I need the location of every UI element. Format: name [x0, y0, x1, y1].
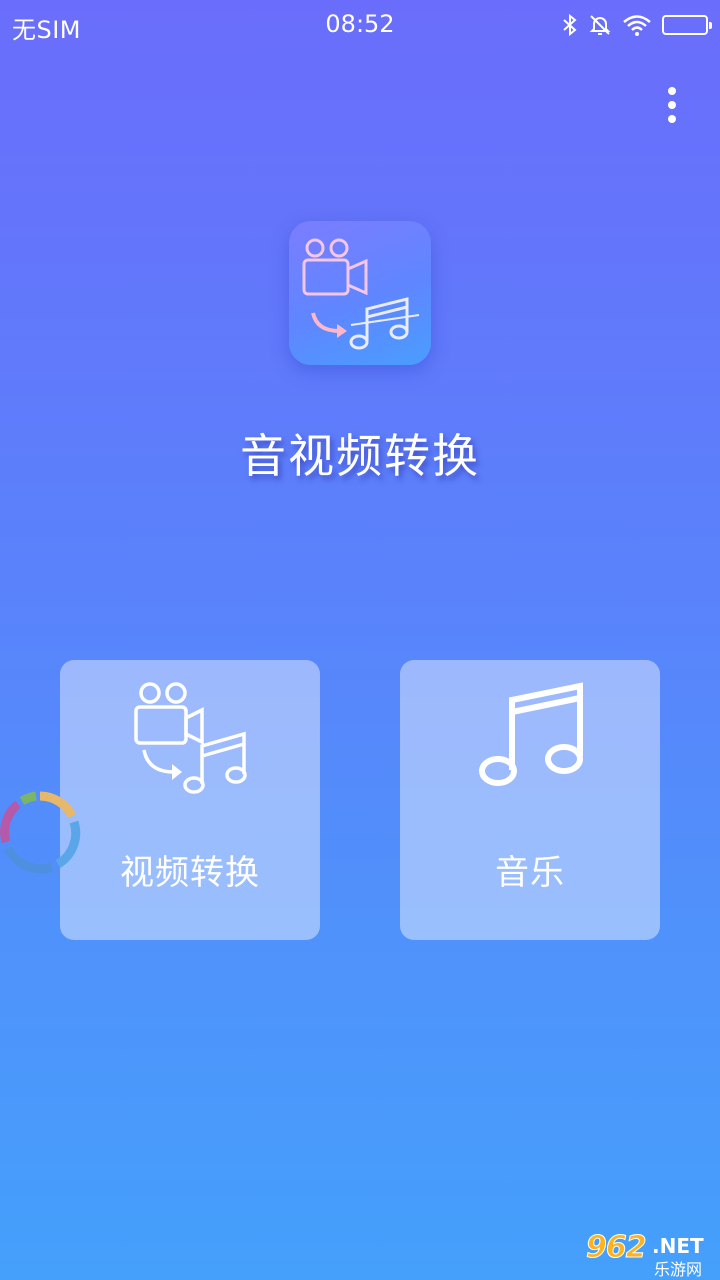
- status-bar: 无SIM 08:52: [0, 0, 720, 50]
- status-icons: [562, 10, 712, 40]
- app-logo: [289, 221, 431, 365]
- video-to-music-icon: [302, 238, 420, 350]
- loading-spinner-icon: [0, 791, 81, 874]
- video-convert-card[interactable]: 视频转换: [60, 660, 320, 940]
- watermark-number: 962: [586, 1230, 648, 1266]
- bluetooth-icon: [563, 13, 577, 37]
- watermark-domain: .NET: [652, 1234, 704, 1258]
- watermark-sub: 乐游网: [654, 1260, 703, 1279]
- music-note-icon: [479, 682, 583, 786]
- video-to-music-icon: [134, 682, 247, 794]
- more-dot-icon: [668, 87, 676, 95]
- wifi-icon: [623, 15, 651, 36]
- app-title: 音视频转换: [240, 429, 480, 483]
- battery-icon: [662, 15, 712, 35]
- music-card[interactable]: 音乐: [400, 660, 660, 940]
- video-convert-label: 视频转换: [120, 853, 260, 893]
- more-dot-icon: [668, 115, 676, 123]
- more-options-button[interactable]: [650, 80, 694, 130]
- music-label: 音乐: [495, 853, 565, 893]
- more-dot-icon: [668, 101, 676, 109]
- watermark-logo: 962 .NET 乐游网: [578, 1228, 716, 1280]
- alarm-muted-icon: [589, 15, 611, 35]
